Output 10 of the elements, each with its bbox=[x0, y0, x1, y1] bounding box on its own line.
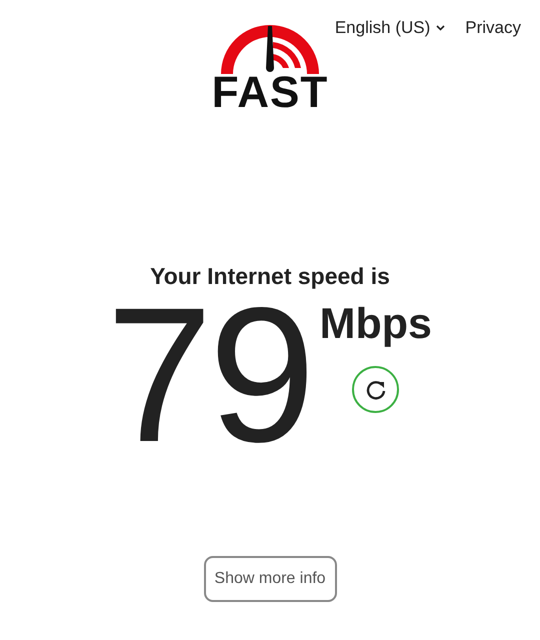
chevron-down-icon bbox=[436, 25, 446, 31]
speed-heading: Your Internet speed is bbox=[150, 262, 390, 290]
speed-value: 79 bbox=[106, 290, 312, 460]
privacy-link[interactable]: Privacy bbox=[465, 18, 521, 38]
speed-unit: Mbps bbox=[320, 302, 432, 346]
logo-text: FAST bbox=[212, 74, 328, 112]
refresh-button[interactable] bbox=[352, 366, 400, 413]
show-more-info-button[interactable]: Show more info bbox=[204, 556, 336, 602]
refresh-icon bbox=[364, 378, 387, 400]
language-dropdown[interactable]: English (US) bbox=[334, 18, 446, 38]
